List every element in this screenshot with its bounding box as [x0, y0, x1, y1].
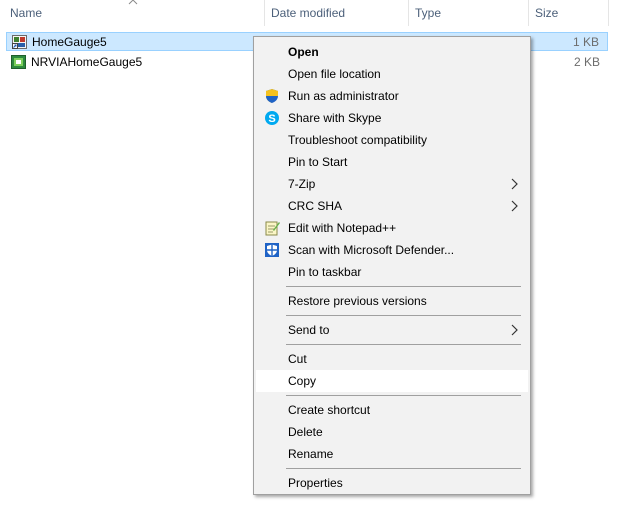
- menu-item-label: Restore previous versions: [288, 294, 427, 308]
- menu-item-label: Pin to taskbar: [288, 265, 362, 279]
- menu-separator: [286, 468, 521, 469]
- menu-item-properties[interactable]: Properties: [256, 472, 528, 494]
- file-size: 2 KB: [573, 55, 600, 69]
- menu-item-label: Edit with Notepad++: [288, 221, 397, 235]
- menu-item-label: Send to: [288, 323, 330, 337]
- menu-item-copy[interactable]: Copy: [256, 370, 528, 392]
- svg-text:S: S: [268, 113, 275, 125]
- menu-item-label: Rename: [288, 447, 334, 461]
- menu-item-cut[interactable]: Cut: [256, 348, 528, 370]
- menu-separator: [286, 395, 521, 396]
- file-size: 1 KB: [572, 35, 599, 49]
- column-name[interactable]: Name: [4, 0, 264, 26]
- menu-item-pin-to-start[interactable]: Pin to Start: [256, 151, 528, 173]
- menu-item-share-with-skype[interactable]: S Share with Skype: [256, 107, 528, 129]
- menu-item-label: Open: [288, 45, 319, 59]
- uac-shield-icon: [266, 89, 278, 103]
- shortcut-app-icon: [12, 35, 27, 49]
- menu-item-label: Open file location: [288, 67, 381, 81]
- menu-item-create-shortcut[interactable]: Create shortcut: [256, 399, 528, 421]
- menu-item-label: Create shortcut: [288, 403, 371, 417]
- menu-item-label: Scan with Microsoft Defender...: [288, 243, 455, 257]
- menu-item-run-as-administrator[interactable]: Run as administrator: [256, 85, 528, 107]
- menu-item-label: Properties: [288, 476, 343, 490]
- menu-item-label: CRC SHA: [288, 199, 343, 213]
- skype-icon: S: [265, 111, 279, 125]
- menu-item-troubleshoot-compatibility[interactable]: Troubleshoot compatibility: [256, 129, 528, 151]
- chevron-right-icon: [511, 200, 518, 212]
- column-date-modified[interactable]: Date modified: [265, 0, 408, 26]
- menu-item-rename[interactable]: Rename: [256, 443, 528, 465]
- menu-item-label: Run as administrator: [288, 89, 399, 103]
- menu-item-7zip[interactable]: 7-Zip: [256, 173, 528, 195]
- chevron-right-icon: [511, 324, 518, 336]
- column-divider[interactable]: [608, 0, 609, 26]
- menu-separator: [286, 315, 521, 316]
- menu-item-label: Delete: [288, 425, 323, 439]
- menu-item-crc-sha[interactable]: CRC SHA: [256, 195, 528, 217]
- menu-item-label: Copy: [288, 374, 317, 388]
- column-type[interactable]: Type: [409, 0, 528, 26]
- menu-separator: [286, 286, 521, 287]
- menu-item-send-to[interactable]: Send to: [256, 319, 528, 341]
- file-name: NRVIAHomeGauge5: [31, 55, 143, 69]
- menu-item-label: Pin to Start: [288, 155, 348, 169]
- menu-item-label: Share with Skype: [288, 111, 382, 125]
- column-size[interactable]: Size: [529, 0, 608, 26]
- defender-shield-icon: [265, 243, 279, 257]
- menu-item-scan-with-defender[interactable]: Scan with Microsoft Defender...: [256, 239, 528, 261]
- menu-item-open[interactable]: Open: [256, 41, 528, 63]
- menu-item-edit-with-notepad[interactable]: Edit with Notepad++: [256, 217, 528, 239]
- chevron-right-icon: [511, 178, 518, 190]
- notepad-plus-plus-icon: [265, 221, 280, 236]
- menu-item-label: Troubleshoot compatibility: [288, 133, 427, 147]
- menu-item-delete[interactable]: Delete: [256, 421, 528, 443]
- green-app-icon: [11, 55, 26, 69]
- file-name: HomeGauge5: [32, 35, 107, 49]
- menu-item-label: Cut: [288, 352, 307, 366]
- context-menu: Open Open file location Run as administr…: [253, 36, 531, 495]
- menu-item-restore-previous-versions[interactable]: Restore previous versions: [256, 290, 528, 312]
- menu-item-open-file-location[interactable]: Open file location: [256, 63, 528, 85]
- column-header: Name Date modified Type Size: [0, 0, 619, 26]
- menu-item-label: 7-Zip: [288, 177, 316, 191]
- menu-separator: [286, 344, 521, 345]
- menu-item-pin-to-taskbar[interactable]: Pin to taskbar: [256, 261, 528, 283]
